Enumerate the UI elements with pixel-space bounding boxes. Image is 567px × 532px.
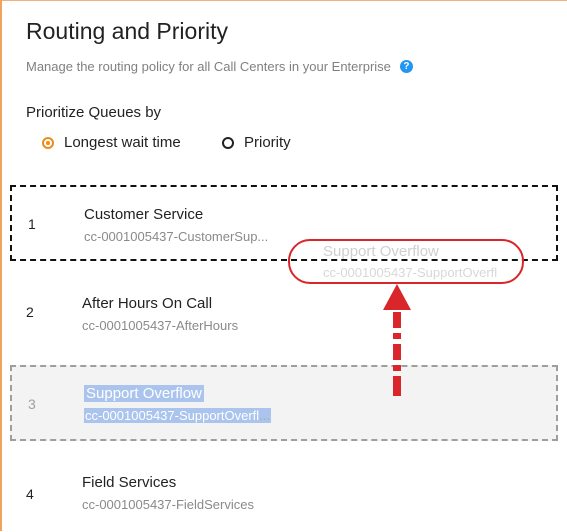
radio-priority[interactable]: Priority (222, 134, 291, 151)
queue-name: Field Services (82, 474, 177, 491)
arrow-up-annotation-icon (383, 284, 411, 396)
page-subtitle: Manage the routing policy for all Call C… (26, 59, 413, 74)
top-border (0, 0, 567, 1)
radio-selected-icon[interactable] (42, 136, 54, 149)
queue-name: Customer Service (84, 206, 204, 223)
queue-row-dragging[interactable]: 3 Support Overflow cc-0001005437-Support… (10, 365, 558, 441)
queue-row[interactable]: 2 After Hours On Call cc-0001005437-Afte… (10, 273, 558, 349)
radio-unselected-icon[interactable] (222, 136, 234, 149)
queue-id: cc-0001005437-SupportOverfl... (84, 408, 272, 423)
queue-id: cc-0001005437-FieldServices (82, 497, 254, 512)
left-border (0, 0, 2, 531)
radio-longest-wait-label: Longest wait time (64, 134, 181, 151)
queue-number: 3 (28, 396, 36, 412)
queue-number: 4 (26, 486, 34, 502)
radio-priority-label: Priority (244, 134, 291, 151)
queue-number: 1 (28, 216, 36, 232)
queue-id: cc-0001005437-CustomerSup... (84, 229, 269, 244)
queue-name: After Hours On Call (82, 295, 213, 312)
prioritize-label: Prioritize Queues by (26, 104, 162, 121)
page-title: Routing and Priority (26, 18, 228, 44)
queue-number: 2 (26, 304, 34, 320)
drag-ghost-name: Support Overflow (323, 243, 439, 260)
queue-id-text: cc-0001005437-SupportOverfl (85, 408, 260, 423)
help-icon[interactable]: ? (399, 60, 413, 73)
drag-ghost-id: cc-0001005437-SupportOverfl (323, 265, 498, 280)
radio-longest-wait[interactable]: Longest wait time (42, 134, 181, 151)
queue-name: Support Overflow (84, 385, 204, 402)
subtitle-text: Manage the routing policy for all Call C… (26, 59, 391, 74)
queue-row[interactable]: 4 Field Services cc-0001005437-FieldServ… (10, 456, 558, 532)
queue-id-ellipsis: ... (259, 408, 271, 423)
queue-id: cc-0001005437-AfterHours (82, 318, 239, 333)
drag-ghost[interactable]: Support Overflow cc-0001005437-SupportOv… (288, 239, 524, 284)
